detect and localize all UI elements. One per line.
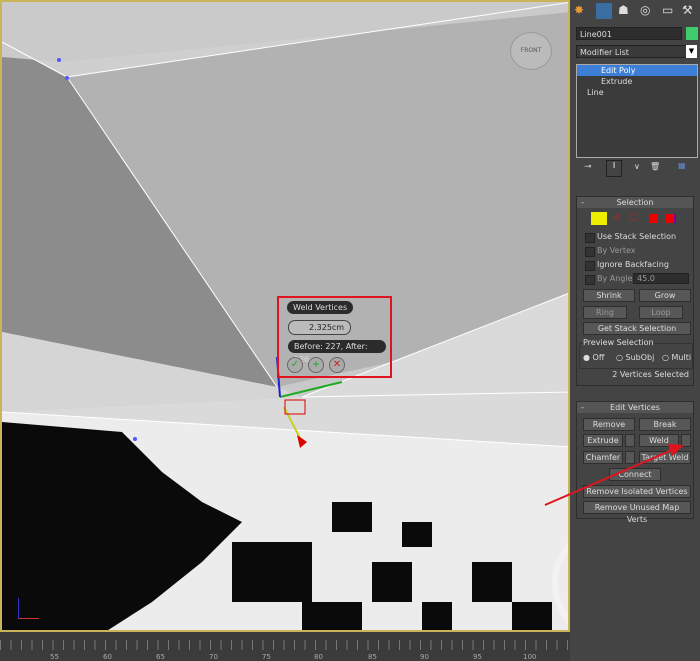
remove-button[interactable]: Remove [583,418,635,431]
ok-button[interactable]: ✓ [287,357,303,373]
polygon-mode-icon[interactable] [649,214,658,223]
configure-modifier-sets-icon[interactable]: ▦ [678,161,686,170]
show-end-result-icon[interactable]: Ⅰ [606,160,622,177]
timeline-tick: 55 [50,653,59,661]
motion-tab-icon[interactable]: ◎ [640,3,650,17]
remove-isolated-button[interactable]: Remove Isolated Vertices [583,485,691,498]
cancel-button[interactable]: ✕ [329,357,345,373]
make-unique-icon[interactable]: ∨ [634,162,640,171]
preview-selection-label: Preview Selection [583,338,654,347]
ignore-backfacing-label: Ignore Backfacing [597,260,669,269]
break-button[interactable]: Break [639,418,691,431]
multi-label: Multi [671,353,692,362]
hud-weld-title[interactable]: Weld Vertices [287,301,354,314]
remove-modifier-icon[interactable]: 🗑 [650,162,660,171]
edit-vertices-header[interactable]: - Edit Vertices [577,402,693,413]
selection-rollout: - Selection ◁ ◯ Use Stack Selection By Ve… [576,196,694,386]
weld-threshold-input[interactable]: 2.325cm [288,320,352,335]
stack-item-line[interactable]: Line [577,87,697,98]
chevron-down-icon[interactable]: ▼ [686,45,697,58]
object-name-field[interactable]: Line001 [576,27,682,40]
modifier-stack: Edit Poly Extrude Line [576,64,698,158]
get-stack-selection-button[interactable]: Get Stack Selection [583,322,691,335]
loop-button[interactable]: Loop [639,306,683,319]
connect-button[interactable]: Connect [609,468,661,481]
timeline-tick: 75 [262,653,271,661]
ignore-backfacing-checkbox[interactable] [585,261,595,271]
ring-button[interactable]: Ring [583,306,627,319]
grow-button[interactable]: Grow [639,289,691,302]
target-weld-button[interactable]: Target Weld [639,451,691,464]
modifier-list-dropdown[interactable]: Modifier List [576,45,690,58]
selection-rollout-header[interactable]: - Selection [577,197,693,208]
hud-result-text: Before: 227, After: 226 [288,340,386,364]
extrude-button[interactable]: Extrude [583,434,623,447]
edit-vertices-rollout: - Edit Vertices Remove Break Extrude Weld… [576,401,694,524]
by-angle-checkbox[interactable] [585,275,595,285]
viewcube[interactable]: FRONT [510,32,552,70]
extrude-settings-button[interactable] [625,434,635,447]
shrink-button[interactable]: Shrink [583,289,635,302]
selection-status: 2 Vertices Selected [612,370,689,379]
use-stack-label: Use Stack Selection [597,232,677,241]
subobj-label: SubObj [625,353,655,362]
timeline-tick: 70 [209,653,218,661]
timeline-tick: 95 [473,653,482,661]
by-vertex-checkbox[interactable] [585,247,595,257]
command-panel: ✸ ☗ ◎ ▭ ⚒ Line001 Modifier List ▼ Edit P… [570,0,700,661]
by-vertex-label: By Vertex [597,246,636,255]
timeline-tick: 60 [103,653,112,661]
weld-settings-button[interactable] [681,434,691,447]
preview-subobj-radio[interactable]: ○ SubObj [616,353,654,362]
off-label: Off [592,353,605,362]
timeline-tick: 80 [314,653,323,661]
edge-mode-icon[interactable]: ◁ [613,212,619,221]
create-tab-icon[interactable]: ✸ [574,3,584,17]
border-mode-icon[interactable]: ◯ [629,212,638,221]
viewport[interactable]: FRONT Weld Vertices 2.325cm Before: 227,… [0,0,570,632]
utilities-tab-icon[interactable]: ⚒ [682,3,693,17]
axis-tripod-icon [18,598,39,619]
element-mode-icon[interactable] [665,214,676,223]
weld-button[interactable]: Weld [639,434,679,447]
preview-off-radio[interactable]: ● Off [583,353,604,362]
pin-stack-icon[interactable]: ⊸ [584,162,592,172]
timeline-tick: 100 [523,653,537,661]
apply-button[interactable]: + [308,357,324,373]
preview-multi-radio[interactable]: ○ Multi [662,353,691,362]
stack-item-extrude[interactable]: Extrude [577,76,697,87]
object-color-swatch[interactable] [686,27,698,40]
by-angle-label: By Angle: [597,274,636,283]
vertex-mode-icon[interactable] [591,212,607,225]
preview-selection-group: Preview Selection ● Off ○ SubObj ○ Multi [579,338,693,369]
timeline[interactable] [0,632,570,661]
display-tab-icon[interactable]: ▭ [662,3,673,17]
timeline-tick: 90 [420,653,429,661]
timeline-tick: 65 [156,653,165,661]
use-stack-checkbox[interactable] [585,233,595,243]
modify-tab-icon[interactable] [596,3,612,19]
stack-item-edit-poly[interactable]: Edit Poly [577,65,697,76]
remove-unused-map-verts-button[interactable]: Remove Unused Map Verts [583,501,691,524]
hierarchy-tab-icon[interactable]: ☗ [618,3,629,17]
chamfer-button[interactable]: Chamfer [583,451,623,464]
angle-spinner[interactable]: 45.0 [633,273,689,284]
timeline-tick: 85 [368,653,377,661]
chamfer-settings-button[interactable] [625,451,635,464]
